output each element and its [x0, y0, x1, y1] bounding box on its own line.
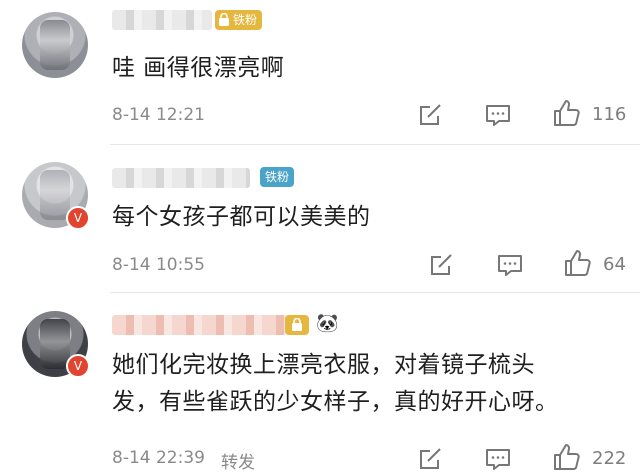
comment-text-line: 发，有些雀跃的少女样子，真的好开心呀。 [112, 389, 559, 415]
fan-badge[interactable]: 铁粉 [260, 167, 295, 187]
verified-badge: V [66, 206, 90, 230]
like-count: 222 [592, 448, 627, 469]
share-icon[interactable] [427, 251, 455, 279]
comment-icon[interactable] [484, 445, 512, 473]
comment-text: 哇 画得很漂亮啊 [112, 50, 284, 87]
comment-text: 她们化完妆换上漂亮衣服，对着镜子梳头 发，有些雀跃的少女样子，真的好开心呀。 [112, 347, 559, 421]
thumbs-up-icon[interactable] [552, 98, 582, 128]
panda-emoji-icon: 🐼 [316, 313, 339, 334]
fan-badge[interactable]: 铁粉 [215, 10, 263, 30]
username-blurred[interactable] [112, 10, 212, 30]
comment-icon[interactable] [484, 101, 512, 129]
fan-badge-label: 铁粉 [265, 170, 290, 184]
like-count: 116 [592, 104, 627, 125]
repost-label[interactable]: 转发 [221, 448, 255, 473]
comment-item: 铁粉 哇 画得很漂亮啊 8-14 12:21 116 [0, 0, 640, 145]
comment-time: 8-14 10:55 [112, 255, 205, 275]
username-blurred[interactable] [112, 168, 250, 188]
comment-text-line: 她们化完妆换上漂亮衣服，对着镜子梳头 [112, 352, 535, 378]
fan-badge-label: 铁粉 [233, 13, 258, 27]
lock-icon [292, 318, 302, 331]
comment-text-line: 哇 画得很漂亮啊 [112, 55, 285, 81]
comment-time: 8-14 22:39 [112, 448, 205, 468]
comment-text-line: 每个女孩子都可以美美的 [112, 204, 371, 230]
fan-badge[interactable] [285, 315, 309, 335]
avatar[interactable] [22, 12, 88, 78]
comment-icon[interactable] [496, 251, 524, 279]
comment-item: V 铁粉 每个女孩子都可以美美的 8-14 10:55 64 [0, 145, 640, 293]
thumbs-up-icon[interactable] [552, 442, 582, 472]
username-blurred[interactable] [112, 315, 288, 335]
comment-text: 每个女孩子都可以美美的 [112, 199, 371, 236]
comment-time: 8-14 12:21 [112, 105, 205, 125]
share-icon[interactable] [416, 445, 444, 473]
share-icon[interactable] [416, 101, 444, 129]
thumbs-up-icon[interactable] [563, 248, 593, 278]
lock-icon [219, 13, 229, 26]
verified-badge: V [66, 354, 90, 378]
comment-item: V 🐼 她们化完妆换上漂亮衣服，对着镜子梳头 发，有些雀跃的少女样子，真的好开心… [0, 293, 640, 475]
like-count: 64 [603, 254, 626, 275]
